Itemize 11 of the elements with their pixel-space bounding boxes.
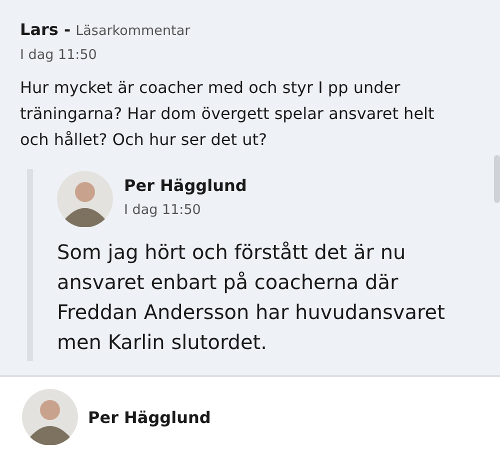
author-name: Lars -: [20, 20, 71, 39]
reply-author: Per Hägglund: [88, 408, 211, 426]
scrollbar-thumb[interactable]: [494, 155, 500, 203]
avatar-icon: [22, 389, 78, 445]
reply-time: I dag 11:50: [124, 202, 202, 218]
reply-text: Som jag hört och förstått det är nu ansvaret enbart på coacherna där Freddan Andersson har huvudansvaret men Karlin slutordet.: [57, 239, 446, 356]
comment-label: Läsarkommentar: [76, 23, 190, 39]
reply-author: Per Hägglund: [124, 176, 247, 195]
avatar-icon: [57, 171, 113, 227]
comment-time: I dag 11:50: [20, 47, 98, 63]
comment-text: Hur mycket är coacher med och styr I pp under träningarna? Har dom övergett spelar ansvaret helt och hållet? Och hur ser det ut?: [20, 77, 436, 151]
